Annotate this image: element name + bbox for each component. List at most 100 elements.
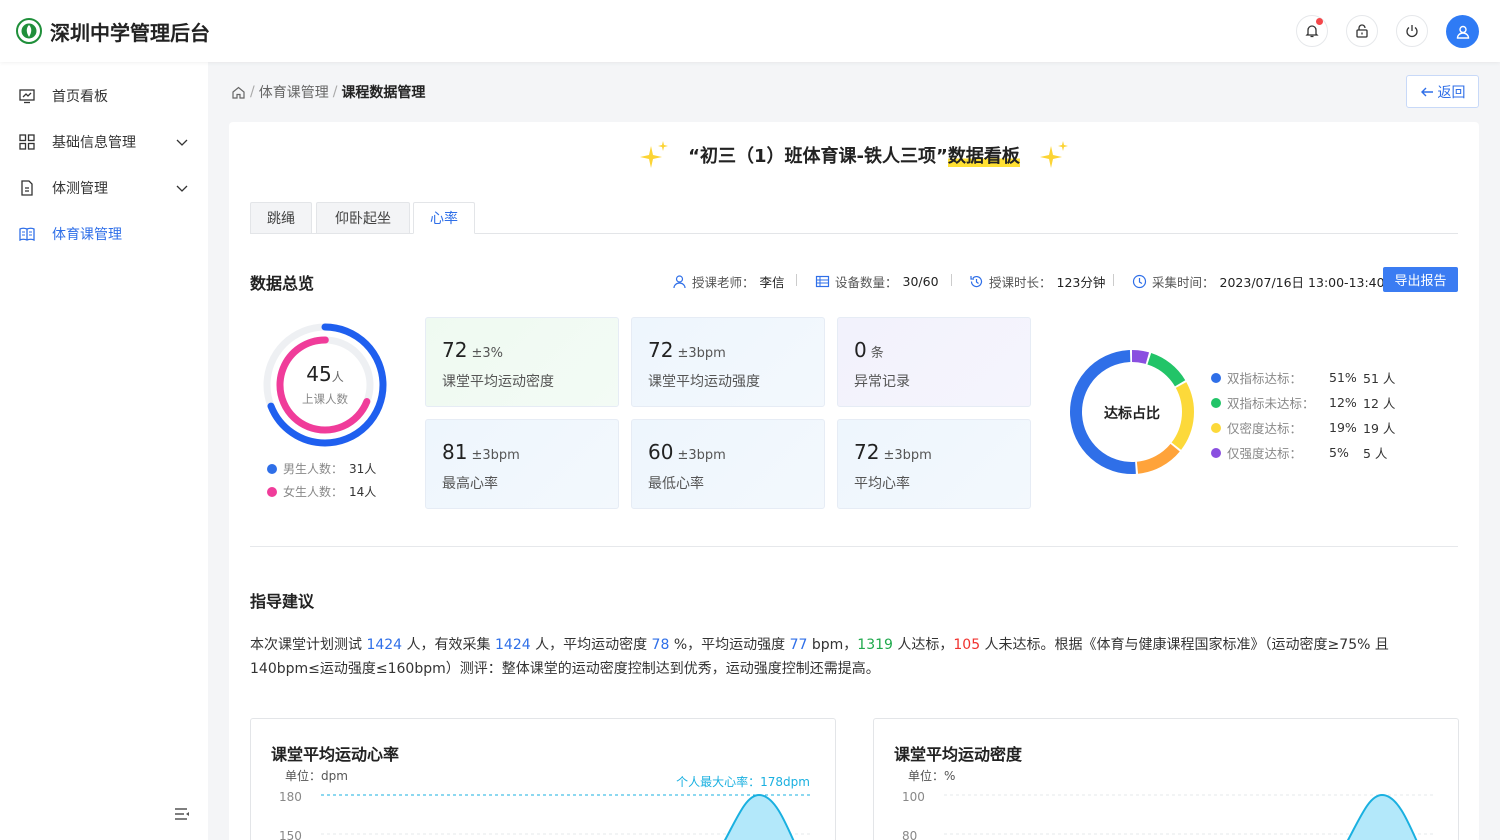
legend-name: 双指标达标： <box>1227 371 1303 386</box>
stat-delta: ±3bpm <box>883 448 932 463</box>
sidebar-item-fitness-test[interactable]: 体测管理 <box>0 168 208 208</box>
attendance-number: 45 <box>306 362 332 386</box>
legend-item: 双指标未达标： 12% 12 人 <box>1211 393 1395 412</box>
stat-card-intensity: 72 ±3bpm 课堂平均运动强度 <box>631 317 825 407</box>
section-divider <box>250 546 1458 547</box>
attendance-unit: 人 <box>331 370 344 384</box>
power-icon <box>1406 25 1418 38</box>
lock-button[interactable] <box>1346 15 1378 47</box>
legend-count: 51 人 <box>1363 371 1396 386</box>
stat-value: 60 ±3bpm <box>648 440 726 464</box>
advice-number: 1319 <box>857 637 893 653</box>
tab-heart-rate[interactable]: 心率 <box>413 202 475 234</box>
stat-card-max-hr: 81 ±3bpm 最高心率 <box>425 419 619 509</box>
stat-delta: 条 <box>870 346 884 361</box>
chart-area <box>1348 795 1417 840</box>
breadcrumb-separator: / <box>250 84 255 100</box>
meta-devices: 设备数量： 30/60 <box>815 272 939 291</box>
document-icon <box>21 180 33 196</box>
sidebar-item-pe-class[interactable]: 体育课管理 <box>0 214 208 254</box>
meta-teacher: 授课老师： 李信 <box>672 272 785 291</box>
overview-title: 数据总览 <box>250 274 315 293</box>
attendance-count: 45人 <box>260 362 390 386</box>
advice-title: 指导建议 <box>250 592 315 611</box>
avatar[interactable] <box>1446 15 1479 48</box>
female-value: 14人 <box>349 485 377 499</box>
legend-name: 仅密度达标： <box>1227 421 1303 436</box>
stat-number: 72 <box>442 338 468 362</box>
stat-number: 72 <box>854 440 880 464</box>
tab-jump-rope[interactable]: 跳绳 <box>250 202 312 234</box>
stat-label: 课堂平均运动强度 <box>648 374 760 390</box>
chart-area <box>725 795 794 840</box>
user-icon <box>1456 25 1469 39</box>
stat-value: 0条 <box>854 338 884 362</box>
chart-title: 课堂平均运动心率 <box>271 745 400 764</box>
axis-tick: 180 <box>279 790 302 804</box>
sidebar-item-label: 基础信息管理 <box>52 135 136 151</box>
chevron-down-icon[interactable] <box>175 181 189 195</box>
sidebar-item-label: 首页看板 <box>52 89 108 105</box>
male-label: 男生人数： <box>283 462 344 476</box>
advice-fragment: 人，平均运动密度 <box>530 637 652 653</box>
sidebar-item-basic-info[interactable]: 基础信息管理 <box>0 122 208 162</box>
stat-delta: ±3% <box>471 346 503 361</box>
table-icon <box>815 275 830 288</box>
meta-separator <box>1113 274 1114 286</box>
advice-fragment: %，平均运动强度 <box>669 637 790 653</box>
back-button[interactable]: 返回 <box>1406 75 1479 108</box>
axis-tick: 150 <box>279 829 302 840</box>
axis-tick: 100 <box>902 790 925 804</box>
breadcrumb-item[interactable]: 体育课管理 <box>259 82 329 102</box>
meta-separator <box>951 274 952 286</box>
stat-card-min-hr: 60 ±3bpm 最低心率 <box>631 419 825 509</box>
sidebar-item-home[interactable]: 首页看板 <box>0 76 208 116</box>
stat-card-density: 72 ±3% 课堂平均运动密度 <box>425 317 619 407</box>
advice-number: 77 <box>789 637 808 653</box>
attendance-label: 上课人数 <box>302 392 348 406</box>
user-icon <box>673 275 686 289</box>
meta-value: 30/60 <box>902 274 939 289</box>
stat-value: 81 ±3bpm <box>442 440 520 464</box>
bell-icon <box>1305 25 1319 38</box>
tab-sit-ups[interactable]: 仰卧起坐 <box>316 202 410 234</box>
home-icon[interactable] <box>231 85 246 100</box>
legend-pct: 51% <box>1329 370 1357 385</box>
advice-fragment: 人达标， <box>892 637 954 653</box>
advice-fragment: bpm， <box>807 637 858 653</box>
male-value: 31人 <box>349 462 377 476</box>
collapse-sidebar-icon[interactable] <box>170 802 194 826</box>
back-label: 返回 <box>1437 84 1466 101</box>
export-report-button[interactable]: 导出报告 <box>1383 267 1458 292</box>
advice-number: 78 <box>651 637 670 653</box>
history-clock-icon <box>970 275 983 288</box>
male-count: 男生人数： 31人 <box>267 460 376 477</box>
legend-item: 双指标达标： 51% 51 人 <box>1211 368 1395 387</box>
notification-button[interactable] <box>1296 15 1328 47</box>
stat-delta: ±3bpm <box>677 346 726 361</box>
main-card: “初三（1）班体育课-铁人三项”数据看板 跳绳 仰卧起坐 心率 数据总览 授课老… <box>229 122 1479 840</box>
stat-number: 0 <box>854 338 867 362</box>
arrow-left-icon <box>1420 87 1433 96</box>
clock-icon <box>1132 274 1147 289</box>
legend-pct: 19% <box>1329 420 1357 435</box>
app-title: 深圳中学管理后台 <box>50 21 210 45</box>
meta-separator <box>796 274 797 286</box>
stat-card-avg-hr: 72 ±3bpm 平均心率 <box>837 419 1031 509</box>
dashboard-chart-icon <box>19 89 35 104</box>
stat-label: 课堂平均运动密度 <box>442 374 554 390</box>
chart-plot <box>944 793 1434 840</box>
stat-label: 平均心率 <box>854 476 910 492</box>
sparkle-icon <box>1040 141 1068 168</box>
legend-dot <box>1211 422 1221 433</box>
grid-icon <box>19 134 35 150</box>
meta-label: 授课时长： <box>989 275 1052 290</box>
chevron-down-icon[interactable] <box>175 135 189 149</box>
stat-number: 60 <box>648 440 674 464</box>
power-button[interactable] <box>1396 15 1428 47</box>
chart-density: 课堂平均运动密度 单位：% 100 80 <box>873 718 1459 840</box>
breadcrumb-separator: / <box>332 84 338 100</box>
legend-dot <box>1211 372 1221 383</box>
meta-label: 授课老师： <box>692 275 755 290</box>
dashboard-title-prefix: “初三（1）班体育课-铁人三项” <box>688 146 948 167</box>
